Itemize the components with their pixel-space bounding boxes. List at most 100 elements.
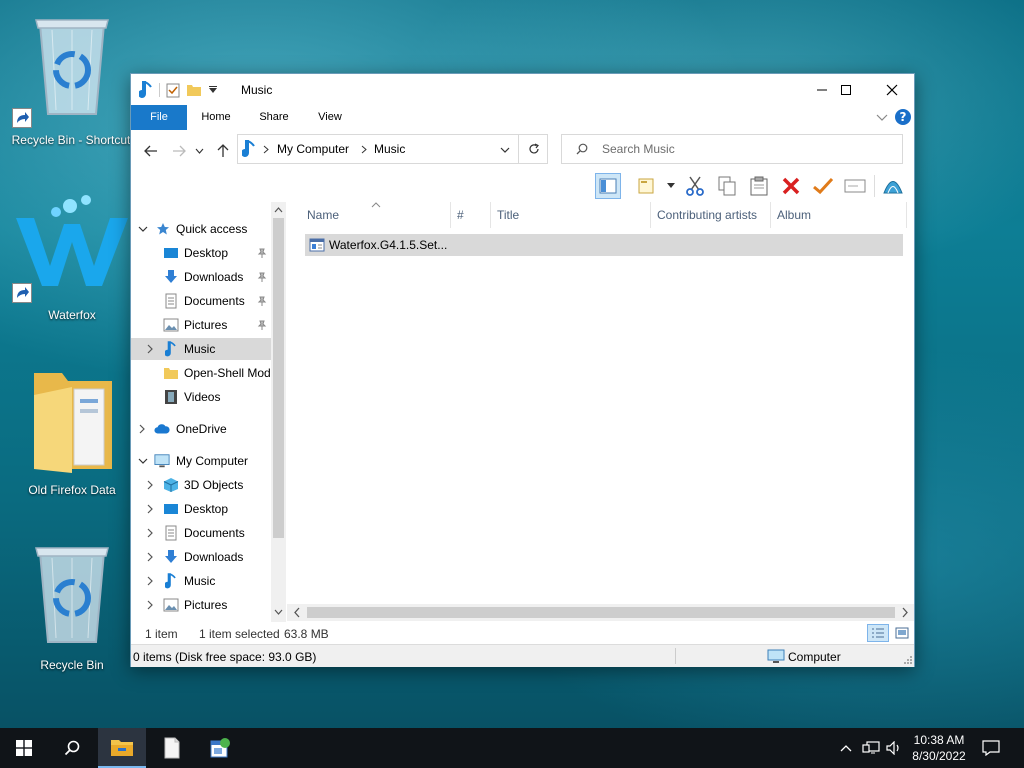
new-folder-icon[interactable] (186, 82, 202, 98)
nav-item-open-shell-mod[interactable]: Open-Shell Mod (131, 362, 271, 384)
details-view-button[interactable] (867, 624, 889, 642)
taskbar-app[interactable] (196, 728, 244, 768)
breadcrumb-my-computer[interactable]: My Computer (277, 142, 349, 156)
back-button[interactable] (141, 142, 161, 160)
properties-button[interactable] (810, 173, 836, 199)
nav-item-label: Quick access (176, 222, 248, 236)
chevron-right-icon[interactable] (145, 480, 155, 490)
close-button[interactable] (869, 74, 915, 105)
chevron-right-icon[interactable] (361, 145, 367, 154)
nav-item-quick-access[interactable]: Quick access (131, 218, 271, 240)
refresh-button[interactable] (518, 134, 548, 164)
nav-item-music-pc[interactable]: Music (131, 570, 271, 592)
notification-icon[interactable] (982, 740, 1000, 756)
navigation-pane-button[interactable] (595, 173, 621, 199)
paste-button[interactable] (746, 173, 772, 199)
tab-view[interactable]: View (307, 105, 353, 130)
nav-item-pictures[interactable]: Pictures (131, 314, 271, 336)
chevron-right-icon[interactable] (899, 604, 911, 621)
pin-icon[interactable] (257, 272, 267, 282)
forward-button[interactable] (169, 142, 189, 160)
chevron-down-icon[interactable] (667, 183, 675, 189)
chevron-up-icon[interactable] (271, 204, 286, 216)
expand-ribbon-icon[interactable] (876, 113, 888, 123)
pin-icon[interactable] (257, 320, 267, 330)
desktop-icon-waterfox[interactable]: Waterfox (12, 190, 132, 325)
taskbar-file-explorer[interactable] (98, 728, 146, 768)
volume-icon[interactable] (886, 741, 902, 755)
nav-pane-scroll-thumb[interactable] (273, 218, 284, 538)
column-header-name[interactable]: Name (301, 202, 451, 228)
email-button[interactable] (842, 173, 868, 199)
nav-item-pictures-pc[interactable]: Pictures (131, 594, 271, 616)
chevron-down-icon[interactable] (500, 147, 510, 154)
view-menu-button[interactable] (635, 173, 661, 199)
chevron-right-icon[interactable] (145, 576, 155, 586)
nav-item-onedrive[interactable]: OneDrive (131, 418, 271, 440)
horizontal-scroll-thumb[interactable] (307, 607, 895, 618)
desktop-icon-recycle-bin-shortcut[interactable]: Recycle Bin - Shortcut (12, 10, 132, 150)
nav-item-my-computer[interactable]: My Computer (131, 450, 271, 472)
nav-item-desktop[interactable]: Desktop (131, 242, 271, 264)
large-icons-view-button[interactable] (891, 624, 913, 642)
chevron-right-icon[interactable] (145, 528, 155, 538)
tab-home[interactable]: Home (193, 105, 239, 130)
column-header-number[interactable]: # (451, 202, 491, 228)
system-clock[interactable]: 10:38 AM 8/30/2022 (905, 732, 973, 764)
tab-share[interactable]: Share (251, 105, 297, 130)
desktop-icon-old-firefox-data[interactable]: Old Firefox Data (12, 365, 132, 500)
nav-item-documents-pc[interactable]: Documents (131, 522, 271, 544)
tab-file[interactable]: File (131, 105, 187, 130)
file-list-horizontal-scrollbar[interactable] (287, 604, 914, 621)
cut-button[interactable] (682, 173, 708, 199)
nav-item-downloads-pc[interactable]: Downloads (131, 546, 271, 568)
chevron-down-icon[interactable] (138, 224, 148, 234)
chevron-right-icon[interactable] (263, 145, 269, 154)
music-note-icon (139, 81, 152, 98)
chevron-right-icon[interactable] (145, 504, 155, 514)
chevron-down-icon[interactable] (271, 606, 286, 618)
chevron-right-icon[interactable] (137, 424, 147, 434)
music-note-icon (163, 573, 179, 589)
pin-icon[interactable] (257, 296, 267, 306)
column-header-title[interactable]: Title (491, 202, 651, 228)
nav-item-3d-objects[interactable]: 3D Objects (131, 474, 271, 496)
title-bar[interactable]: Music (131, 74, 914, 105)
chevron-down-icon[interactable] (138, 456, 148, 466)
network-icon[interactable] (862, 741, 880, 755)
address-bar[interactable]: My Computer Music (237, 134, 548, 164)
file-row[interactable]: Waterfox.G4.1.5.Set... (305, 234, 903, 256)
taskbar-notepad[interactable] (148, 728, 196, 768)
recent-locations-button[interactable] (193, 142, 205, 160)
chevron-left-icon[interactable] (291, 604, 303, 621)
help-icon[interactable]: ? (894, 108, 912, 126)
pin-icon[interactable] (257, 248, 267, 258)
nav-item-label: Desktop (184, 246, 229, 260)
delete-button[interactable] (778, 173, 804, 199)
nav-item-desktop-pc[interactable]: Desktop (131, 498, 271, 520)
properties-icon[interactable] (166, 82, 180, 98)
search-box[interactable]: Search Music (561, 134, 903, 164)
copy-button[interactable] (714, 173, 740, 199)
settings-button[interactable] (880, 173, 906, 199)
start-button[interactable] (0, 728, 48, 768)
delete-icon (782, 177, 800, 195)
chevron-down-icon[interactable] (208, 85, 218, 95)
nav-item-videos[interactable]: Videos (131, 386, 271, 408)
desktop-icon-recycle-bin[interactable]: Recycle Bin (12, 538, 132, 673)
chevron-right-icon[interactable] (145, 344, 155, 354)
up-button[interactable] (213, 142, 233, 160)
nav-item-music[interactable]: Music (131, 338, 271, 360)
column-header-contributing-artists[interactable]: Contributing artists (651, 202, 771, 228)
breadcrumb-music[interactable]: Music (374, 142, 405, 156)
search-button[interactable] (48, 728, 96, 768)
nav-pane-scrollbar[interactable] (271, 202, 286, 622)
chevron-right-icon[interactable] (145, 600, 155, 610)
resize-grip-icon[interactable] (903, 655, 913, 665)
maximize-button[interactable] (823, 74, 869, 105)
nav-item-documents[interactable]: Documents (131, 290, 271, 312)
chevron-up-icon[interactable] (840, 744, 852, 752)
nav-item-downloads[interactable]: Downloads (131, 266, 271, 288)
chevron-right-icon[interactable] (145, 552, 155, 562)
column-header-album[interactable]: Album (771, 202, 907, 228)
